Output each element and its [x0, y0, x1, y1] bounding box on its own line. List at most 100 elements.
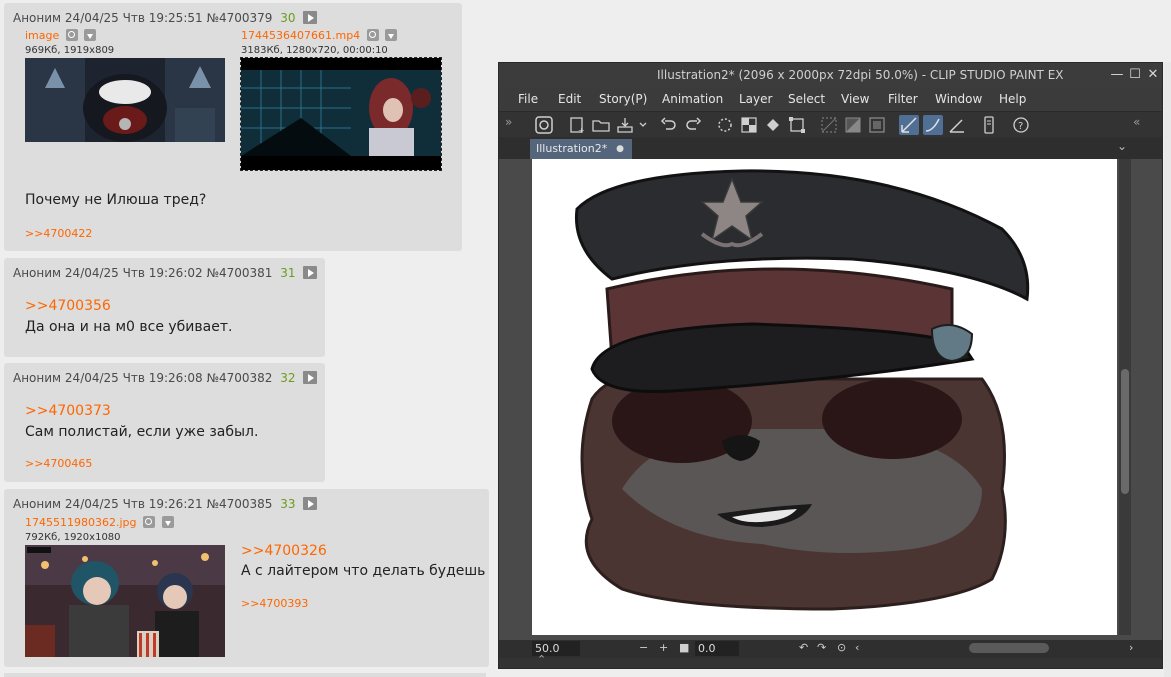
- scroll-left-icon[interactable]: ‹: [855, 641, 859, 654]
- file-link[interactable]: 1745511980362.jpg: [25, 516, 174, 529]
- file-meta: 3183Кб, 1280x720, 00:00:10: [241, 45, 388, 56]
- rotate-right-icon[interactable]: ↷: [817, 641, 826, 654]
- play-icon[interactable]: [303, 266, 318, 279]
- close-button[interactable]: ✕: [1144, 66, 1162, 84]
- minimize-button[interactable]: —: [1108, 66, 1126, 84]
- raccoon-illustration: [574, 169, 1030, 611]
- tab-illustration2[interactable]: Illustration2* ●: [530, 139, 632, 159]
- zoom-in-button[interactable]: +: [659, 641, 668, 654]
- help-bubble-icon[interactable]: ?: [1011, 115, 1031, 135]
- post-index: 30: [280, 11, 296, 25]
- snap-to-ruler-icon[interactable]: [899, 115, 919, 135]
- background-window-edge: [1164, 62, 1171, 677]
- chevron-down-icon[interactable]: ⌄: [1117, 139, 1127, 153]
- menu-animation[interactable]: Animation: [662, 92, 723, 106]
- post: Аноним 24/04/25 Чтв 19:26:02 №4700381 31…: [4, 258, 325, 357]
- transform-icon[interactable]: [787, 115, 807, 135]
- post-number-link[interactable]: №4700385: [206, 497, 272, 511]
- chevron-down-icon[interactable]: [633, 115, 647, 135]
- file-link[interactable]: image: [25, 29, 97, 42]
- rotate-left-icon[interactable]: ↶: [799, 641, 808, 654]
- post-text: Сам полистай, если уже забыл.: [25, 424, 259, 440]
- menu-story[interactable]: Story(P): [599, 92, 647, 106]
- horizontal-scrollbar-thumb[interactable]: [969, 643, 1049, 653]
- post-number-link[interactable]: №4700379: [206, 11, 272, 25]
- expand-up-icon[interactable]: ⌃: [537, 653, 546, 666]
- command-bar: » + ? «: [499, 111, 1162, 137]
- download-icon[interactable]: [161, 516, 174, 528]
- reply-link[interactable]: >>4700465: [25, 457, 92, 470]
- bucket-icon[interactable]: [763, 115, 783, 135]
- file-link[interactable]: 1744536407661.mp4: [241, 29, 398, 42]
- menu-window[interactable]: Window: [935, 92, 982, 106]
- quote-link[interactable]: >>4700356: [25, 298, 111, 314]
- search-icon[interactable]: [366, 29, 379, 41]
- loading-icon[interactable]: [715, 115, 735, 135]
- post-text: Да она и на м0 все убивает.: [25, 319, 233, 335]
- undo-icon[interactable]: [659, 115, 679, 135]
- search-icon[interactable]: [65, 29, 78, 41]
- post-header: Аноним 24/04/25 Чтв 19:26:21 №4700385 33: [13, 497, 318, 511]
- show-area-icon[interactable]: [867, 115, 887, 135]
- drawing-canvas[interactable]: [532, 159, 1117, 635]
- snap-to-special-ruler-icon[interactable]: [923, 115, 943, 135]
- play-icon[interactable]: [303, 371, 318, 384]
- bottom-dock: ⌃: [499, 653, 1162, 668]
- window-titlebar[interactable]: Illustration2* (2096 x 2000px 72dpi 50.0…: [499, 63, 1162, 87]
- unsaved-dot-icon: ●: [616, 144, 624, 154]
- post-date: 24/04/25 Чтв 19:25:51: [64, 11, 203, 25]
- menu-layer[interactable]: Layer: [739, 92, 772, 106]
- tab-label: Illustration2*: [536, 142, 608, 155]
- tablet-icon[interactable]: [979, 115, 999, 135]
- quote-link[interactable]: >>4700326: [241, 543, 327, 559]
- maximize-button[interactable]: ☐: [1126, 66, 1144, 84]
- thumbnail-image[interactable]: [25, 58, 225, 142]
- scroll-right-icon[interactable]: ›: [1129, 641, 1133, 654]
- scrollbar-thumb[interactable]: [1121, 369, 1129, 494]
- open-folder-icon[interactable]: [591, 115, 611, 135]
- reply-link[interactable]: >>4700393: [241, 597, 308, 610]
- menu-select[interactable]: Select: [788, 92, 825, 106]
- download-icon[interactable]: [84, 29, 97, 41]
- redo-icon[interactable]: [683, 115, 703, 135]
- play-icon[interactable]: [303, 11, 318, 24]
- invert-selection-icon[interactable]: [843, 115, 863, 135]
- selection-off-icon[interactable]: [819, 115, 839, 135]
- file-name[interactable]: 1744536407661.mp4: [241, 29, 360, 42]
- expand-left-icon[interactable]: »: [505, 115, 512, 129]
- clip-studio-window: Illustration2* (2096 x 2000px 72dpi 50.0…: [498, 62, 1163, 669]
- menu-filter[interactable]: Filter: [888, 92, 918, 106]
- file-name[interactable]: image: [25, 29, 59, 42]
- reply-link[interactable]: >>4700422: [25, 227, 92, 240]
- thumbnail-image[interactable]: [25, 545, 225, 657]
- post-date: 24/04/25 Чтв 19:26:02: [64, 266, 203, 280]
- play-icon[interactable]: [303, 497, 318, 510]
- post-author: Аноним: [13, 11, 62, 25]
- post-header: Аноним 24/04/25 Чтв 19:26:08 №4700382 32: [13, 371, 318, 385]
- menu-bar: File Edit Story(P) Animation Layer Selec…: [499, 87, 1162, 111]
- post-text: А с лайтером что делать будешь: [241, 563, 486, 579]
- file-name[interactable]: 1745511980362.jpg: [25, 516, 137, 529]
- reset-rotation-icon[interactable]: ⊙: [837, 641, 846, 654]
- zoom-out-button[interactable]: −: [639, 641, 648, 654]
- download-icon[interactable]: [385, 29, 398, 41]
- vertical-scrollbar[interactable]: [1119, 159, 1131, 635]
- fit-button[interactable]: ■: [679, 641, 689, 654]
- save-icon[interactable]: [615, 115, 635, 135]
- menu-help[interactable]: Help: [999, 92, 1026, 106]
- post-number-link[interactable]: №4700381: [206, 266, 272, 280]
- post-number-link[interactable]: №4700382: [206, 371, 272, 385]
- snap-to-grid-icon[interactable]: [947, 115, 967, 135]
- rotation-field[interactable]: 0.0: [695, 641, 739, 656]
- new-file-icon[interactable]: +: [567, 115, 587, 135]
- video-thumbnail[interactable]: [240, 57, 442, 171]
- expand-right-icon[interactable]: «: [1133, 115, 1140, 129]
- canvas-area[interactable]: [499, 159, 1162, 640]
- search-icon[interactable]: [143, 516, 155, 528]
- menu-file[interactable]: File: [518, 92, 538, 106]
- menu-view[interactable]: View: [841, 92, 869, 106]
- fill-icon[interactable]: [739, 115, 759, 135]
- quote-link[interactable]: >>4700373: [25, 403, 111, 419]
- menu-edit[interactable]: Edit: [558, 92, 581, 106]
- clip-studio-icon[interactable]: [534, 115, 554, 135]
